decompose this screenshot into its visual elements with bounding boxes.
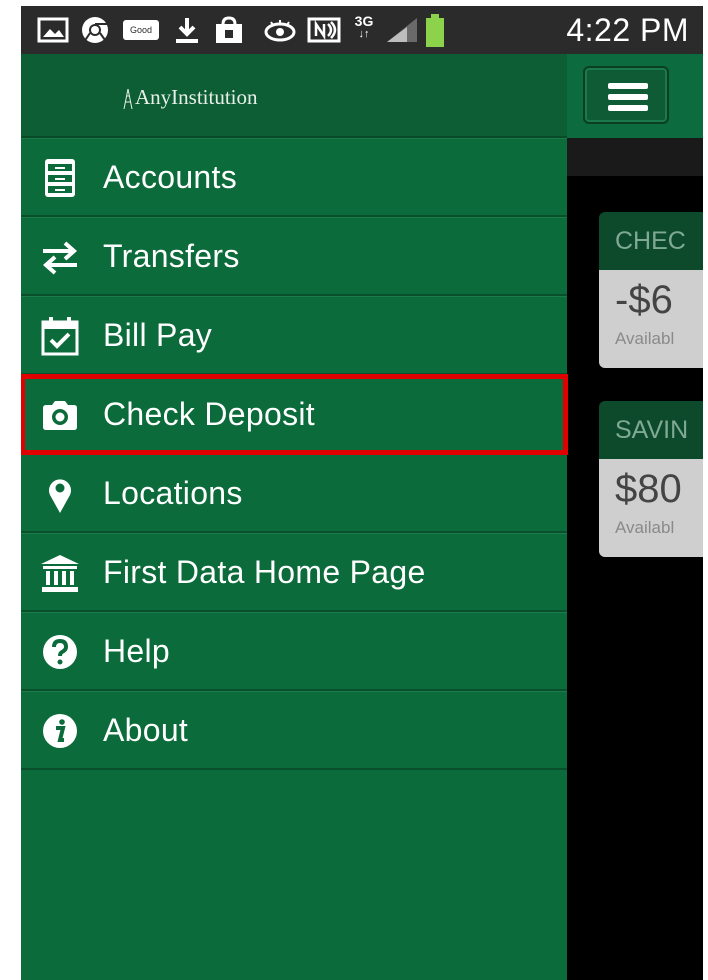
drawer-menu: Accounts Transfers Bill Pay Check Deposi…	[21, 138, 568, 770]
transfer-arrows-icon	[42, 241, 78, 275]
download-icon	[176, 18, 198, 43]
hamburger-icon-bar	[608, 105, 648, 111]
menu-item-label: Check Deposit	[103, 396, 315, 432]
map-pin-icon	[49, 479, 71, 513]
hamburger-icon	[608, 83, 648, 89]
account-body: -$6 Availabl	[599, 270, 703, 368]
file-cabinet-icon	[45, 159, 75, 197]
network-label: 3G	[354, 13, 374, 29]
info-icon	[43, 714, 77, 748]
chrome-icon	[82, 17, 108, 43]
menu-item-accounts[interactable]: Accounts	[21, 138, 567, 217]
menu-item-first-data-home-page[interactable]: First Data Home Page	[21, 533, 567, 612]
calendar-check-icon	[41, 317, 79, 356]
account-name: SAVIN	[599, 401, 703, 459]
account-available-label: Availabl	[615, 329, 675, 348]
network-3g-icon: 3G ↓↑	[354, 13, 374, 40]
menu-item-label: About	[103, 712, 189, 748]
logo-text: AnyInstitution	[135, 85, 258, 109]
account-available-label: Availabl	[615, 518, 675, 537]
menu-item-label: Bill Pay	[103, 317, 213, 353]
phone-screen: Good 3G ↓↑ 4:22 PM CHEC -$6 Availabl SAV…	[21, 6, 703, 980]
menu-item-bill-pay[interactable]: Bill Pay	[21, 296, 567, 375]
menu-item-label: First Data Home Page	[103, 554, 426, 590]
hamburger-menu-button[interactable]	[583, 66, 669, 124]
background-app: CHEC -$6 Availabl SAVIN $80 Availabl	[567, 54, 703, 980]
account-balance: $80	[615, 467, 682, 511]
eye-icon	[264, 20, 296, 42]
account-card-checking[interactable]: CHEC -$6 Availabl	[599, 212, 703, 368]
bank-icon	[41, 555, 79, 592]
institution-logo: AnyInstitution	[121, 82, 258, 110]
account-name: CHEC	[599, 212, 703, 270]
menu-item-transfers[interactable]: Transfers	[21, 217, 567, 296]
menu-item-label: Accounts	[103, 159, 238, 195]
menu-item-locations[interactable]: Locations	[21, 454, 567, 533]
menu-item-check-deposit[interactable]: Check Deposit	[21, 374, 568, 455]
account-body: $80 Availabl	[599, 459, 703, 557]
navigation-drawer: AnyInstitution Accounts Transfers Bill P…	[21, 54, 568, 980]
signal-icon	[387, 18, 417, 42]
shopping-bag-icon	[216, 16, 242, 43]
hamburger-icon-bar	[608, 94, 648, 100]
header-strip	[567, 138, 703, 176]
nfc-icon	[307, 17, 341, 43]
menu-item-help[interactable]: Help	[21, 612, 567, 691]
account-balance: -$6	[615, 278, 673, 322]
tower-logo-icon	[123, 88, 133, 110]
menu-item-label: Help	[103, 633, 171, 669]
help-icon	[43, 635, 77, 669]
camera-icon	[43, 401, 77, 430]
account-card-savings[interactable]: SAVIN $80 Availabl	[599, 401, 703, 557]
app-header	[567, 54, 703, 138]
image-icon	[37, 17, 69, 43]
drawer-header: AnyInstitution	[21, 54, 567, 138]
good-app-icon: Good	[123, 20, 159, 40]
battery-icon	[426, 14, 444, 47]
menu-item-label: Locations	[103, 475, 243, 511]
menu-item-about[interactable]: About	[21, 691, 567, 770]
good-app-label: Good	[129, 25, 153, 35]
menu-item-label: Transfers	[103, 238, 240, 274]
status-bar: Good 3G ↓↑ 4:22 PM	[21, 6, 703, 54]
status-time: 4:22 PM	[566, 12, 689, 48]
